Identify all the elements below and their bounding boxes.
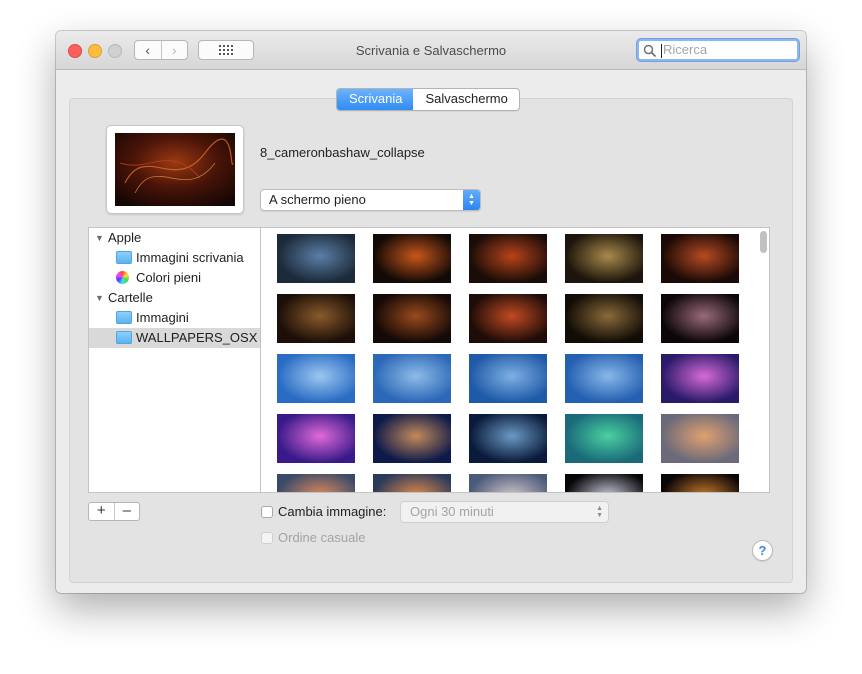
grid-icon xyxy=(219,45,233,55)
sidebar-section-label: Cartelle xyxy=(108,290,153,305)
wallpaper-thumbnail[interactable] xyxy=(373,414,451,463)
wallpaper-thumbnail[interactable] xyxy=(373,294,451,343)
folder-icon xyxy=(116,331,132,344)
wallpaper-thumbnail[interactable] xyxy=(277,234,355,283)
show-all-button[interactable] xyxy=(198,40,254,60)
sidebar-item-colori-pieni[interactable]: Colori pieni xyxy=(89,268,260,288)
chevron-left-icon: ‹ xyxy=(145,42,151,58)
random-order-label: Ordine casuale xyxy=(278,530,366,545)
wallpaper-thumbnail[interactable] xyxy=(469,354,547,403)
wallpaper-thumbnail[interactable] xyxy=(277,294,355,343)
tab-scrivania[interactable]: Scrivania xyxy=(337,89,414,110)
sidebar-section-apple[interactable]: ▼ Apple xyxy=(89,228,260,248)
back-button[interactable]: ‹ xyxy=(135,41,161,59)
fit-popup-value: A schermo pieno xyxy=(269,192,366,207)
wallpaper-thumbnail[interactable] xyxy=(661,474,739,492)
change-picture-label: Cambia immagine: xyxy=(278,504,387,519)
wallpaper-thumbnail[interactable] xyxy=(277,474,355,492)
wallpaper-thumbnail[interactable] xyxy=(469,474,547,492)
popup-arrows-icon: ▲ ▼ xyxy=(596,505,603,519)
search-field[interactable]: Ricerca xyxy=(637,39,799,61)
interval-popup-value: Ogni 30 minuti xyxy=(410,504,494,519)
folder-icon xyxy=(116,251,132,264)
wallpaper-thumbnail[interactable] xyxy=(277,414,355,463)
sidebar-item-immagini[interactable]: Immagini xyxy=(89,308,260,328)
remove-folder-button[interactable]: – xyxy=(113,503,140,520)
wallpaper-grid xyxy=(260,227,770,493)
tab-bar: Scrivania Salvaschermo xyxy=(336,88,520,111)
wallpaper-thumbnail[interactable] xyxy=(469,294,547,343)
wallpaper-thumbnail[interactable] xyxy=(373,474,451,492)
scrollbar[interactable] xyxy=(760,231,767,253)
popup-arrows-icon: ▲ ▼ xyxy=(463,190,480,210)
chevron-right-icon: › xyxy=(171,42,177,58)
title-bar: Scrivania e Salvaschermo ‹ › Ricerca xyxy=(56,31,806,70)
wallpaper-thumbnail[interactable] xyxy=(661,234,739,283)
wallpaper-thumbnail[interactable] xyxy=(565,234,643,283)
wallpaper-thumbnail[interactable] xyxy=(661,414,739,463)
sidebar-item-label: Immagini xyxy=(136,310,189,325)
wallpaper-thumbnail[interactable] xyxy=(661,294,739,343)
sidebar-item-label: Colori pieni xyxy=(136,270,202,285)
add-folder-button[interactable]: + xyxy=(89,503,114,520)
current-wallpaper-preview xyxy=(106,125,244,214)
sidebar-item-wallpapers-osx[interactable]: WALLPAPERS_OSX xyxy=(89,328,260,348)
wallpaper-thumbnail[interactable] xyxy=(469,414,547,463)
wallpaper-name: 8_cameronbashaw_collapse xyxy=(260,145,425,160)
interval-popup[interactable]: Ogni 30 minuti ▲ ▼ xyxy=(400,501,609,523)
sidebar-item-label: Immagini scrivania xyxy=(136,250,244,265)
disclosure-triangle-icon[interactable]: ▼ xyxy=(95,288,104,308)
wallpaper-thumbnail[interactable] xyxy=(277,354,355,403)
sidebar-section-cartelle[interactable]: ▼ Cartelle xyxy=(89,288,260,308)
wallpaper-thumbnail[interactable] xyxy=(661,354,739,403)
forward-button[interactable]: › xyxy=(160,41,188,59)
fit-popup[interactable]: A schermo pieno ▲ ▼ xyxy=(260,189,481,211)
preferences-window: Scrivania e Salvaschermo ‹ › Ricerca Scr… xyxy=(56,31,806,593)
wallpaper-thumbnail[interactable] xyxy=(565,474,643,492)
search-placeholder: Ricerca xyxy=(663,42,708,57)
source-list: ▼ Apple Immagini scrivania Colori pieni … xyxy=(88,227,260,493)
wallpaper-thumbnail[interactable] xyxy=(373,234,451,283)
sidebar-item-immagini-scrivania[interactable]: Immagini scrivania xyxy=(89,248,260,268)
sidebar-section-label: Apple xyxy=(108,230,142,245)
help-button[interactable]: ? xyxy=(752,540,773,561)
wallpaper-preview-image xyxy=(115,133,235,206)
sidebar-item-label: WALLPAPERS_OSX xyxy=(136,330,258,345)
wallpaper-thumbnail[interactable] xyxy=(469,234,547,283)
wallpaper-thumbnail[interactable] xyxy=(565,294,643,343)
tab-salvaschermo[interactable]: Salvaschermo xyxy=(413,89,518,110)
search-icon xyxy=(643,44,657,58)
random-order-checkbox[interactable] xyxy=(261,532,273,544)
navigation-buttons: ‹ › xyxy=(134,40,188,60)
wallpaper-thumbnail[interactable] xyxy=(565,354,643,403)
add-remove-buttons: + – xyxy=(88,502,140,521)
disclosure-triangle-icon[interactable]: ▼ xyxy=(95,228,104,248)
color-wheel-icon xyxy=(116,271,129,284)
wallpaper-thumbnail[interactable] xyxy=(373,354,451,403)
text-cursor xyxy=(661,44,662,58)
wallpaper-thumbnail[interactable] xyxy=(565,414,643,463)
change-picture-checkbox[interactable] xyxy=(261,506,273,518)
camera-folder-icon xyxy=(116,311,132,324)
